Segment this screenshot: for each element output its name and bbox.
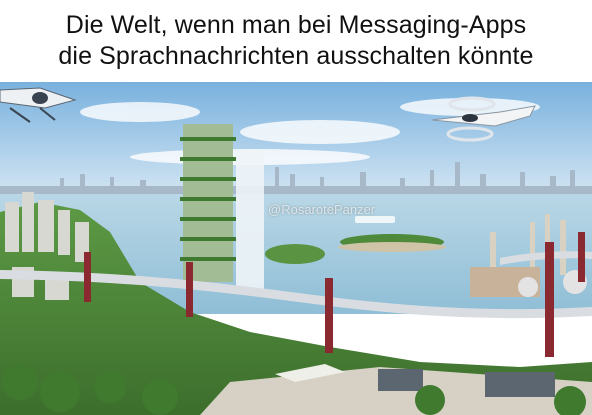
caption-line-1: Die Welt, wenn man bei Messaging-Apps — [65, 11, 527, 39]
island-small — [265, 244, 325, 264]
meme: Die Welt, wenn man bei Messaging-Apps di… — [0, 0, 592, 415]
caption-line-2: die Sprachnachrichten ausschalten könnte — [58, 42, 534, 70]
caption: Die Welt, wenn man bei Messaging-Apps di… — [0, 0, 592, 82]
watermark: @RosarotePanzer — [268, 202, 376, 217]
island-shore — [338, 242, 446, 252]
city-scene-svg — [0, 82, 592, 415]
waterfall — [236, 150, 264, 290]
ferry-boat — [355, 216, 395, 223]
city-illustration: @RosarotePanzer — [0, 82, 592, 415]
